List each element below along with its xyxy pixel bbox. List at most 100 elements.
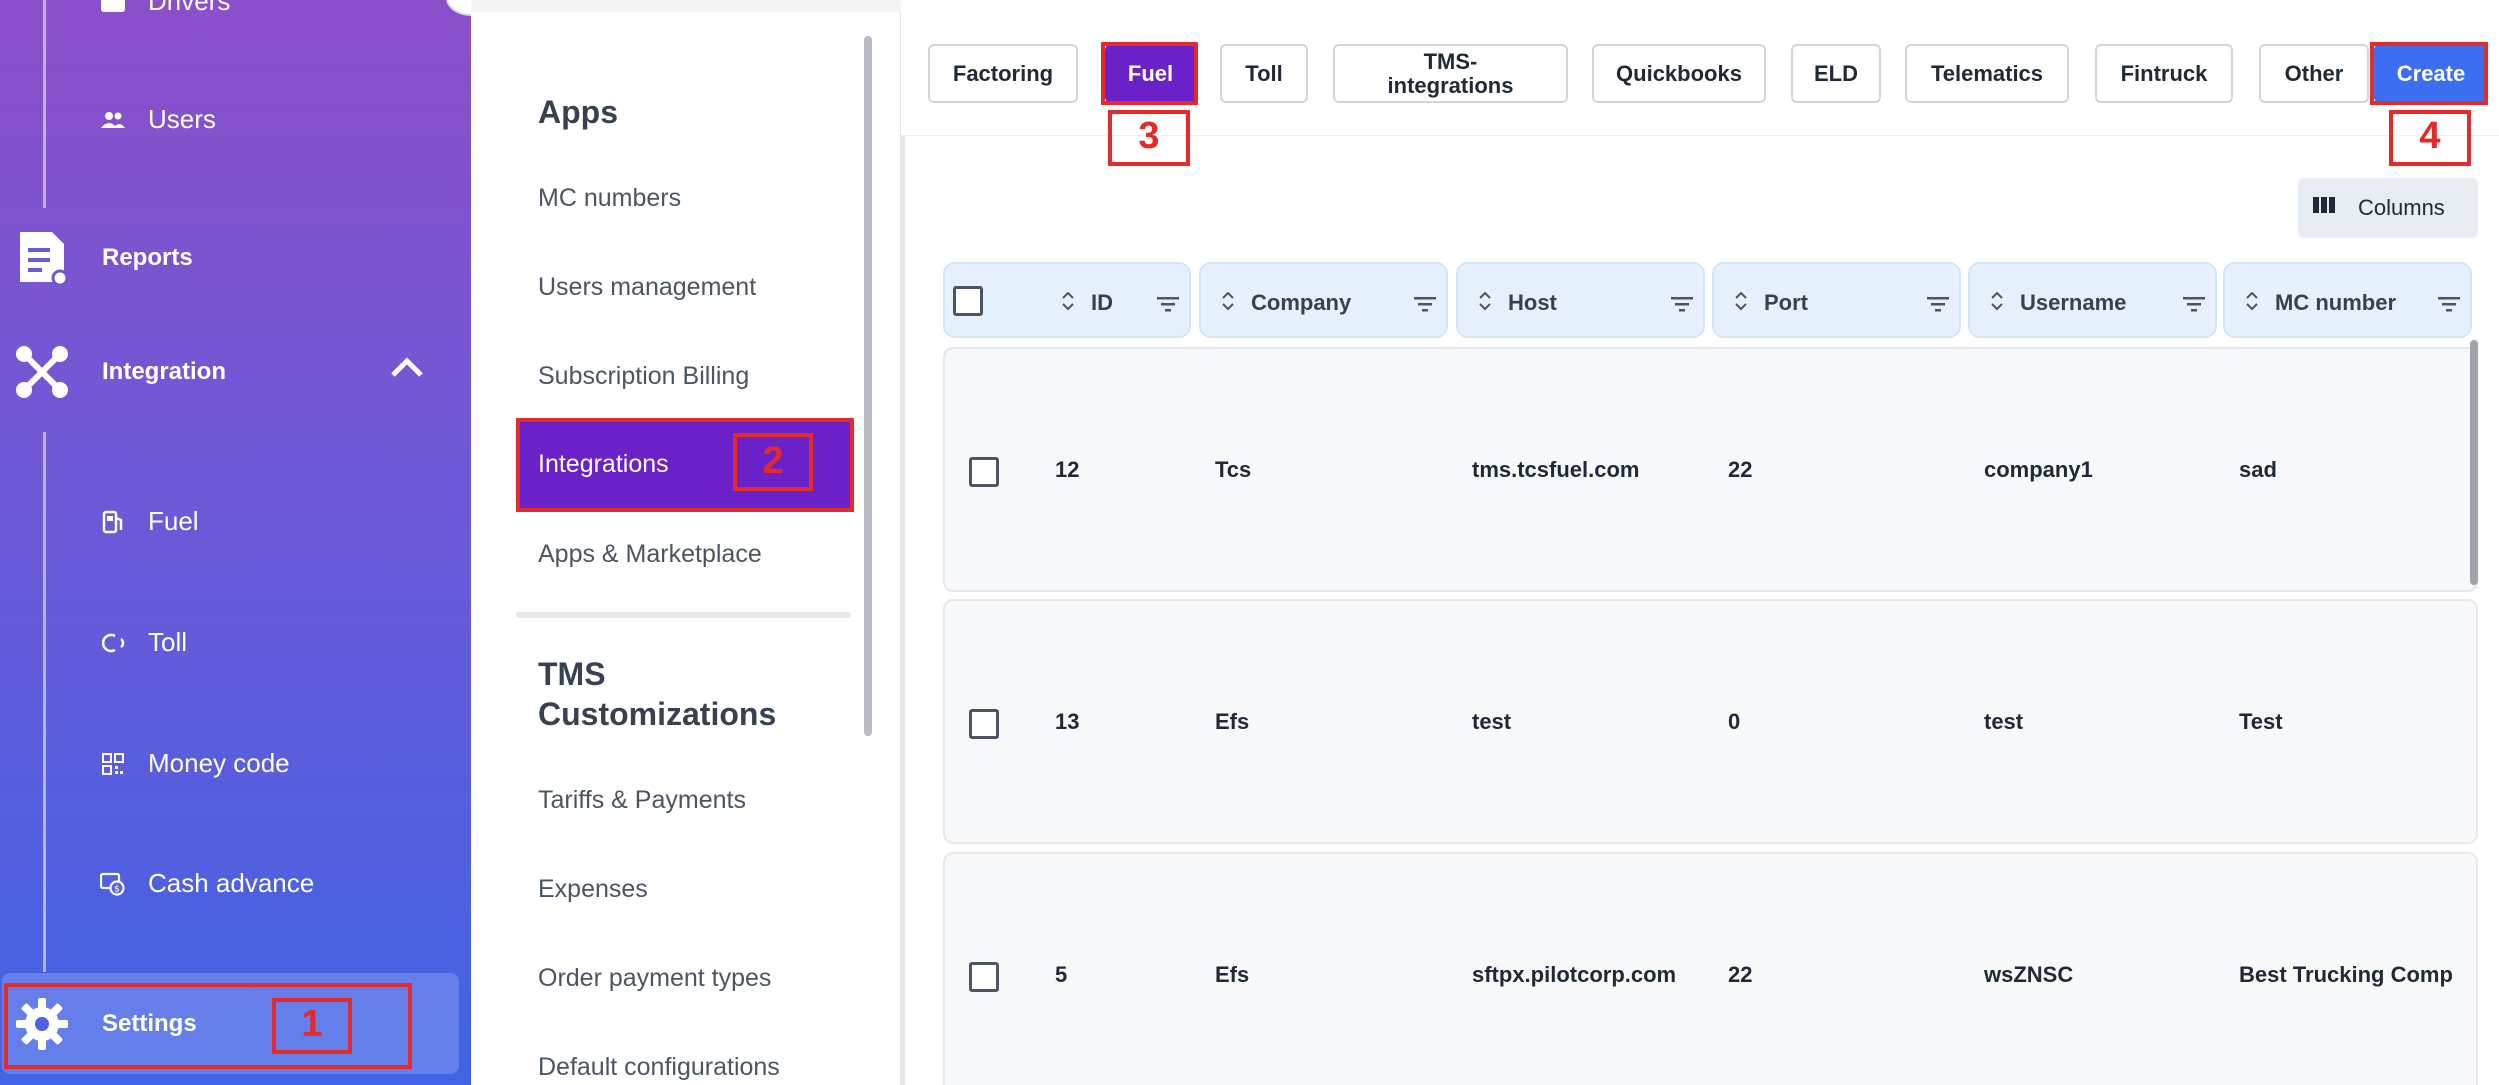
column-header-label: Username bbox=[2020, 290, 2127, 315]
sort-icon[interactable] bbox=[2245, 290, 2259, 318]
toll-icon bbox=[100, 630, 126, 656]
column-header-host[interactable]: Host bbox=[1456, 262, 1705, 338]
sort-icon[interactable] bbox=[1061, 290, 1075, 318]
table-scrollbar[interactable] bbox=[2470, 340, 2478, 585]
sort-icon[interactable] bbox=[1221, 290, 1235, 318]
row-checkbox[interactable] bbox=[969, 709, 999, 739]
cash-advance-icon: $ bbox=[100, 871, 126, 897]
annotation-box-4 bbox=[2370, 42, 2488, 105]
sidebar-item-money-code[interactable]: Money code bbox=[100, 748, 290, 779]
sidebar-item-cash-advance[interactable]: $ Cash advance bbox=[100, 868, 314, 899]
filter-icon[interactable] bbox=[1927, 292, 1949, 318]
cell-username: test bbox=[1984, 709, 2024, 734]
annotation-number-1: 1 bbox=[301, 1003, 323, 1045]
sidebar-item-label: Integration bbox=[102, 358, 226, 385]
sidebar-item-reports[interactable]: Reports bbox=[14, 230, 193, 286]
cell-id: 12 bbox=[1055, 457, 1080, 482]
cell-mc-number: sad bbox=[2239, 457, 2277, 482]
table-row[interactable]: 12 Tcs tms.tcsfuel.com 22 company1 sad bbox=[943, 347, 2478, 592]
filter-icon[interactable] bbox=[1414, 292, 1436, 318]
sidebar-item-label: Reports bbox=[102, 244, 193, 271]
svg-text:$: $ bbox=[114, 884, 120, 894]
chevron-up-icon[interactable] bbox=[390, 356, 424, 383]
filter-icon[interactable] bbox=[1671, 292, 1693, 318]
column-header-port[interactable]: Port bbox=[1712, 262, 1961, 338]
columns-button[interactable]: Columns bbox=[2298, 178, 2478, 238]
content-divider bbox=[901, 136, 905, 1085]
sidebar-item-toll[interactable]: Toll bbox=[100, 627, 187, 658]
column-header-label: MC number bbox=[2275, 290, 2396, 315]
integration-icon bbox=[14, 344, 70, 400]
column-header-label: ID bbox=[1091, 290, 1113, 315]
filter-icon[interactable] bbox=[1157, 292, 1179, 318]
column-header-username[interactable]: Username bbox=[1968, 262, 2217, 338]
column-header-company[interactable]: Company bbox=[1199, 262, 1448, 338]
annotation-number-3: 3 bbox=[1138, 115, 1160, 157]
menu-section-tms: TMS Customizations bbox=[538, 656, 777, 732]
annotation-box-3 bbox=[1101, 42, 1198, 105]
sort-icon[interactable] bbox=[1734, 290, 1748, 318]
annotation-number-2: 2 bbox=[762, 440, 784, 482]
menu-item-default-configurations[interactable]: Default configurations bbox=[538, 1053, 780, 1082]
menu-divider bbox=[516, 612, 851, 618]
report-icon bbox=[14, 230, 70, 286]
table-row[interactable]: 5 Efs sftpx.pilotcorp.com 22 wsZNSC Best… bbox=[943, 852, 2478, 1085]
sidebar-item-label: Drivers bbox=[148, 0, 231, 16]
cell-host: test bbox=[1472, 709, 1512, 734]
column-header-id[interactable]: ID bbox=[943, 262, 1191, 338]
sidebar-item-fuel[interactable]: Fuel bbox=[100, 506, 199, 537]
filter-icon[interactable] bbox=[2438, 292, 2460, 318]
select-all-checkbox[interactable] bbox=[953, 286, 983, 316]
cell-mc-number: Test bbox=[2239, 709, 2283, 734]
filter-icon[interactable] bbox=[2183, 292, 2205, 318]
tab-factoring[interactable]: Factoring bbox=[928, 44, 1078, 103]
table-row[interactable]: 13 Efs test 0 test Test bbox=[943, 599, 2478, 844]
cell-username: wsZNSC bbox=[1984, 962, 2074, 987]
qr-code-icon bbox=[100, 751, 126, 777]
menu-item-users-management[interactable]: Users management bbox=[538, 273, 756, 302]
fuel-icon bbox=[100, 509, 126, 535]
row-checkbox[interactable] bbox=[969, 962, 999, 992]
cell-host: tms.tcsfuel.com bbox=[1472, 457, 1640, 482]
sidebar-item-label: Toll bbox=[148, 627, 188, 657]
menu-item-expenses[interactable]: Expenses bbox=[538, 875, 648, 904]
column-header-label: Company bbox=[1251, 290, 1352, 315]
tab-toll[interactable]: Toll bbox=[1220, 44, 1308, 103]
cell-company: Tcs bbox=[1215, 457, 1252, 482]
sidebar-item-label: Users bbox=[148, 104, 216, 134]
sidebar-item-integration[interactable]: Integration bbox=[14, 344, 226, 400]
sort-icon[interactable] bbox=[1478, 290, 1492, 318]
tab-eld[interactable]: ELD bbox=[1791, 44, 1881, 103]
row-checkbox[interactable] bbox=[969, 457, 999, 487]
column-header-label: Port bbox=[1764, 290, 1808, 315]
menu-top-bar bbox=[471, 0, 901, 12]
column-header-mc-number[interactable]: MC number bbox=[2223, 262, 2472, 338]
sidebar-item-label: Money code bbox=[148, 748, 290, 778]
users-icon bbox=[100, 107, 126, 133]
columns-icon bbox=[2312, 195, 2336, 221]
menu-item-apps-marketplace[interactable]: Apps & Marketplace bbox=[538, 540, 762, 569]
tab-other[interactable]: Other bbox=[2259, 44, 2369, 103]
sidebar-item-users[interactable]: Users bbox=[100, 104, 216, 135]
tab-quickbooks[interactable]: Quickbooks bbox=[1592, 44, 1766, 103]
tab-fintruck[interactable]: Fintruck bbox=[2095, 44, 2233, 103]
menu-item-subscription-billing[interactable]: Subscription Billing bbox=[538, 362, 749, 391]
cell-host: sftpx.pilotcorp.com bbox=[1472, 962, 1677, 987]
menu-item-mc-numbers[interactable]: MC numbers bbox=[538, 184, 681, 213]
settings-menu: Apps MC numbers Users management Subscri… bbox=[471, 0, 901, 1085]
columns-label: Columns bbox=[2358, 195, 2445, 220]
sidebar-tree-line bbox=[43, 0, 46, 208]
id-card-icon bbox=[100, 0, 126, 15]
cell-company: Efs bbox=[1215, 962, 1250, 987]
cell-mc-number: Best Trucking Comp bbox=[2239, 962, 2453, 987]
cell-port: 0 bbox=[1728, 709, 1741, 734]
menu-scrollbar[interactable] bbox=[864, 36, 872, 736]
sidebar-item-drivers[interactable]: Drivers bbox=[100, 0, 230, 17]
tab-tms-integrations[interactable]: TMS-integrations bbox=[1333, 44, 1568, 103]
sort-icon[interactable] bbox=[1990, 290, 2004, 318]
menu-item-order-payment-types[interactable]: Order payment types bbox=[538, 964, 771, 993]
tab-telematics[interactable]: Telematics bbox=[1905, 44, 2069, 103]
annotation-number-4: 4 bbox=[2419, 115, 2441, 157]
cell-company: Efs bbox=[1215, 709, 1250, 734]
menu-item-tariffs-payments[interactable]: Tariffs & Payments bbox=[538, 786, 746, 815]
